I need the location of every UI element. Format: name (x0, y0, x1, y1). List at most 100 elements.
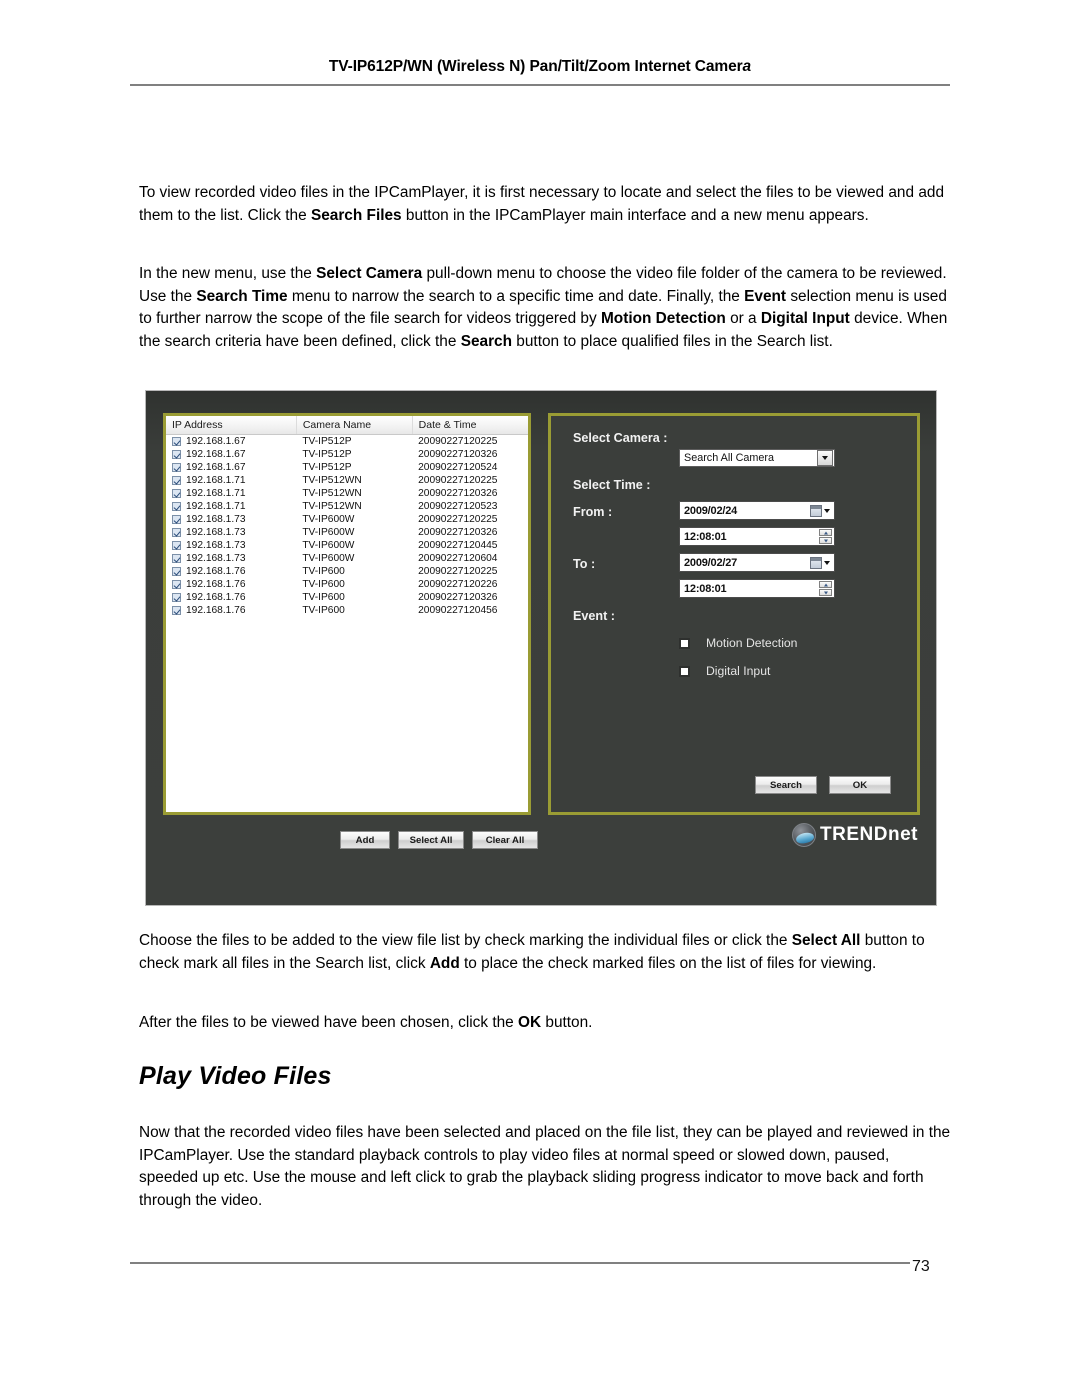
cell-ip-address: 192.168.1.76 (166, 565, 296, 578)
label-select-time: Select Time : (573, 478, 651, 492)
cell-ip-address: 192.168.1.71 (166, 474, 296, 487)
checkbox-icon[interactable] (679, 665, 690, 677)
table-row[interactable]: 192.168.1.67 TV-IP512P 20090227120326 (166, 448, 528, 461)
table-header: IP Address Camera Name Date & Time (166, 416, 528, 435)
bold-search: Search (460, 332, 513, 350)
checkbox-icon[interactable] (172, 593, 181, 602)
from-date-input[interactable]: 2009/02/24 (679, 501, 835, 520)
dialog-background: IP Address Camera Name Date & Time 192.1… (146, 391, 936, 905)
cell-camera-name: TV-IP600 (302, 579, 345, 590)
column-header-date-time[interactable]: Date & Time (412, 416, 528, 435)
cell-ip-address: 192.168.1.71 (166, 487, 296, 500)
ip-cell-content: 192.168.1.67 (172, 449, 292, 460)
table-row[interactable]: 192.168.1.76 TV-IP600 20090227120226 (166, 578, 528, 591)
paragraph-menu-usage: In the new menu, use the Select Camera p… (139, 265, 948, 350)
to-date-input[interactable]: 2009/02/27 (679, 553, 835, 572)
cell-date-time: 20090227120456 (418, 605, 498, 616)
cell-ip-address: 192.168.1.73 (166, 513, 296, 526)
checkbox-icon[interactable] (172, 541, 181, 550)
cell-ip-address: 192.168.1.76 (166, 591, 296, 604)
bold-search-files: Search Files (310, 206, 402, 224)
page-number: 73 (912, 1258, 930, 1275)
cell-date-time: 20090227120326 (418, 592, 498, 603)
search-results-list-panel[interactable]: IP Address Camera Name Date & Time 192.1… (163, 413, 531, 815)
from-date-value: 2009/02/24 (684, 504, 738, 517)
search-results-table: IP Address Camera Name Date & Time 192.1… (166, 416, 528, 617)
spinner-icon[interactable] (819, 529, 832, 544)
chevron-down-icon[interactable] (824, 560, 830, 565)
ip-address-value: 192.168.1.67 (186, 436, 246, 447)
checkbox-icon[interactable] (172, 476, 181, 485)
table-row[interactable]: 192.168.1.73 TV-IP600W 20090227120445 (166, 539, 528, 552)
checkbox-icon[interactable] (679, 637, 690, 649)
paragraph-choose-files: Choose the files to be added to the view… (139, 932, 925, 972)
ip-address-value: 192.168.1.73 (186, 553, 246, 564)
ip-address-value: 192.168.1.73 (186, 514, 246, 525)
table-row[interactable]: 192.168.1.73 TV-IP600W 20090227120604 (166, 552, 528, 565)
from-time-input[interactable]: 12:08:01 (679, 527, 835, 546)
cell-ip-address: 192.168.1.67 (166, 461, 296, 474)
ip-address-value: 192.168.1.76 (186, 592, 246, 603)
cell-camera-name: TV-IP600W (302, 527, 355, 538)
checkbox-icon[interactable] (172, 580, 181, 589)
paragraph-intro: To view recorded video files in the IPCa… (139, 184, 945, 224)
column-header-ip-address[interactable]: IP Address (166, 416, 297, 435)
cell-date-time: 20090227120225 (418, 475, 498, 486)
calendar-icon[interactable] (810, 504, 822, 517)
checkbox-icon[interactable] (172, 463, 181, 472)
checkbox-icon[interactable] (172, 502, 181, 511)
column-header-camera-name[interactable]: Camera Name (296, 416, 413, 435)
cell-camera-name: TV-IP512P (302, 462, 352, 473)
ip-address-value: 192.168.1.76 (186, 605, 246, 616)
event-checkbox-digital-input[interactable]: Digital Input (679, 664, 770, 678)
ip-address-value: 192.168.1.71 (186, 501, 246, 512)
checkbox-icon[interactable] (172, 515, 181, 524)
clear-all-button[interactable]: Clear All (472, 831, 538, 849)
ip-address-value: 192.168.1.73 (186, 527, 246, 538)
table-row[interactable]: 192.168.1.71 TV-IP512WN 20090227120225 (166, 474, 528, 487)
bold-digital-input: Digital Input (760, 310, 850, 327)
table-row[interactable]: 192.168.1.71 TV-IP512WN 20090227120326 (166, 487, 528, 500)
table-row[interactable]: 192.168.1.67 TV-IP512P 20090227120524 (166, 461, 528, 474)
cell-camera-name: TV-IP600 (302, 605, 345, 616)
table-row[interactable]: 192.168.1.76 TV-IP600 20090227120456 (166, 604, 528, 617)
ip-cell-content: 192.168.1.71 (172, 475, 292, 486)
checkbox-icon[interactable] (172, 606, 181, 615)
ok-button[interactable]: OK (829, 776, 891, 794)
cell-ip-address: 192.168.1.73 (166, 552, 296, 565)
page-header-title: TV-IP612P/WN (Wireless N) Pan/Tilt/Zoom … (328, 58, 752, 75)
cell-date-time: 20090227120226 (418, 579, 498, 590)
add-button[interactable]: Add (340, 831, 390, 849)
checkbox-icon[interactable] (172, 567, 181, 576)
table-row[interactable]: 192.168.1.67 TV-IP512P 20090227120225 (166, 435, 528, 449)
chevron-down-icon[interactable] (817, 450, 833, 466)
cell-ip-address: 192.168.1.67 (166, 435, 296, 449)
search-button[interactable]: Search (755, 776, 817, 794)
checkbox-icon[interactable] (172, 554, 181, 563)
spinner-icon[interactable] (819, 581, 832, 596)
table-row[interactable]: 192.168.1.76 TV-IP600 20090227120326 (166, 591, 528, 604)
cell-camera-name: TV-IP512WN (302, 475, 362, 486)
bold-motion-detection: Motion Detection (600, 310, 726, 327)
calendar-icon[interactable] (810, 556, 822, 569)
checkbox-icon[interactable] (172, 528, 181, 537)
cell-date-time: 20090227120326 (418, 449, 498, 460)
select-camera-dropdown[interactable]: Search All Camera (679, 449, 835, 467)
ip-address-value: 192.168.1.76 (186, 579, 246, 590)
ip-cell-content: 192.168.1.76 (172, 592, 292, 603)
checkbox-icon[interactable] (172, 450, 181, 459)
to-time-input[interactable]: 12:08:01 (679, 579, 835, 598)
checkbox-icon[interactable] (172, 437, 181, 446)
paragraph-playback: Now that the recorded video files have b… (139, 1124, 951, 1209)
table-row[interactable]: 192.168.1.76 TV-IP600 20090227120225 (166, 565, 528, 578)
event-checkbox-motion-detection[interactable]: Motion Detection (679, 636, 797, 650)
checkbox-icon[interactable] (172, 489, 181, 498)
table-row[interactable]: 192.168.1.73 TV-IP600W 20090227120326 (166, 526, 528, 539)
chevron-down-icon[interactable] (824, 508, 830, 513)
cell-date-time: 20090227120225 (418, 436, 498, 447)
select-all-button[interactable]: Select All (398, 831, 464, 849)
table-row[interactable]: 192.168.1.73 TV-IP600W 20090227120225 (166, 513, 528, 526)
section-heading-play-video-files: Play Video Files (139, 1062, 332, 1090)
ip-cell-content: 192.168.1.67 (172, 462, 292, 473)
table-row[interactable]: 192.168.1.71 TV-IP512WN 20090227120523 (166, 500, 528, 513)
